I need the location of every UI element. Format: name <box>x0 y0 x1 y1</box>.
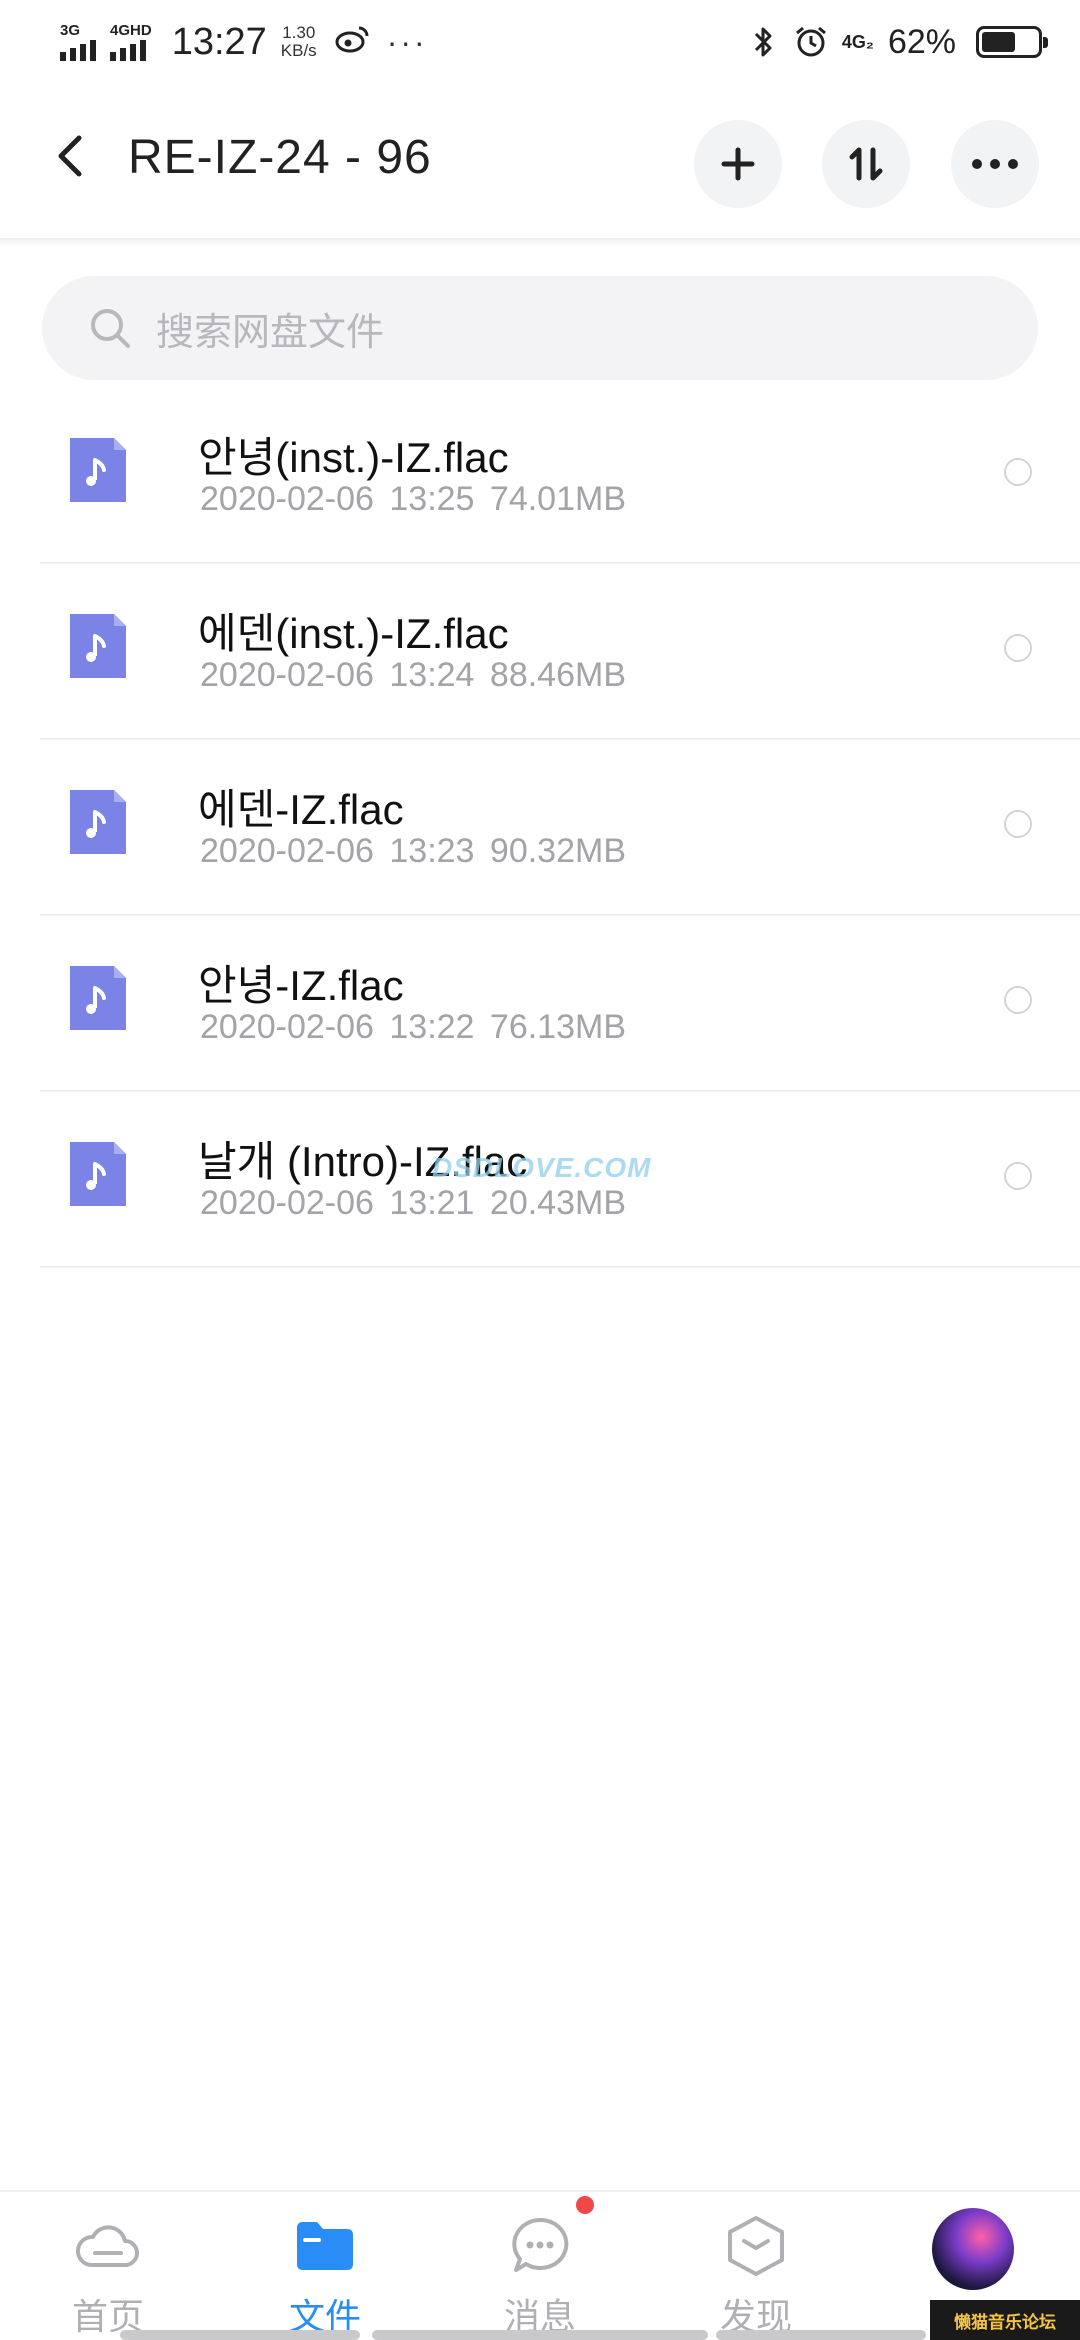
file-meta: 2020-02-06 13:24 88.46MB <box>200 656 626 695</box>
header-divider <box>0 238 1080 248</box>
battery-level-fill <box>982 32 1015 52</box>
sort-arrows-icon <box>849 147 883 181</box>
file-meta: 2020-02-06 13:22 76.13MB <box>200 1008 626 1047</box>
add-button[interactable] <box>694 120 782 208</box>
more-horizontal-icon <box>972 159 1018 169</box>
notification-badge <box>576 2196 594 2214</box>
file-time: 13:23 <box>389 832 475 870</box>
more-notifications-icon: ··· <box>386 23 428 60</box>
status-time: 13:27 <box>171 20 267 63</box>
file-list: 안녕(inst.)-IZ.flac 2020-02-06 13:25 74.01… <box>40 388 1080 1268</box>
network-speed-value: 1.30 <box>282 23 316 42</box>
battery-icon <box>976 26 1048 58</box>
file-date: 2020-02-06 <box>200 480 374 518</box>
file-time: 13:25 <box>389 480 475 518</box>
file-meta: 2020-02-06 13:23 90.32MB <box>200 832 626 871</box>
file-size: 76.13MB <box>489 1008 627 1046</box>
network-type-label: 4G₂ <box>841 32 874 52</box>
network-speed-unit: KB/s <box>280 41 317 60</box>
gesture-bar <box>716 2330 926 2340</box>
signal-bars-icon <box>60 39 96 61</box>
music-file-icon <box>70 790 126 854</box>
cube-icon <box>722 2212 790 2280</box>
file-name: 에덴-IZ.flac <box>198 786 404 833</box>
file-meta: 2020-02-06 13:25 74.01MB <box>200 480 626 519</box>
file-select-radio[interactable] <box>1004 634 1032 662</box>
plus-icon <box>721 147 755 181</box>
signal-sim2-label: 4GHD <box>110 22 152 39</box>
file-select-radio[interactable] <box>1004 986 1032 1014</box>
file-time: 13:22 <box>389 1008 475 1046</box>
music-file-icon <box>70 438 126 502</box>
battery-percent: 62% <box>887 22 956 61</box>
file-size: 74.01MB <box>489 480 627 518</box>
more-options-button[interactable] <box>951 120 1039 208</box>
tab-home[interactable]: 首页 <box>38 2212 178 2340</box>
file-size: 88.46MB <box>489 656 627 694</box>
file-row[interactable]: 에덴(inst.)-IZ.flac 2020-02-06 13:24 88.46… <box>40 564 1080 740</box>
file-size: 90.32MB <box>489 832 627 870</box>
search-icon <box>86 304 134 352</box>
music-file-icon <box>70 614 126 678</box>
alarm-icon <box>794 25 828 59</box>
signal-sim1-label: 3G <box>60 22 81 39</box>
file-name: 에덴(inst.)-IZ.flac <box>198 610 509 657</box>
file-date: 2020-02-06 <box>200 1008 374 1046</box>
file-row[interactable]: 안녕-IZ.flac 2020-02-06 13:22 76.13MB <box>40 916 1080 1092</box>
file-name: 안녕-IZ.flac <box>198 962 404 1009</box>
status-bar: 3G 4GHD 13:27 1.30 KB/s ··· 4G₂ 62% <box>0 0 1080 84</box>
file-meta: 2020-02-06 13:21 20.43MB <box>200 1184 626 1223</box>
network-speed: 1.30 KB/s <box>281 24 317 60</box>
folder-icon <box>291 2212 359 2280</box>
file-date: 2020-02-06 <box>200 832 374 870</box>
watermark: DSDLOVE.COM <box>432 1152 652 1183</box>
file-time: 13:21 <box>389 1184 475 1222</box>
file-select-radio[interactable] <box>1004 810 1032 838</box>
gesture-bar <box>372 2330 708 2340</box>
file-date: 2020-02-06 <box>200 1184 374 1222</box>
tab-files[interactable]: 文件 <box>255 2212 395 2340</box>
signal-sim1: 3G <box>60 23 96 61</box>
file-date: 2020-02-06 <box>200 656 374 694</box>
file-select-radio[interactable] <box>1004 1162 1032 1190</box>
gesture-bar <box>120 2330 360 2340</box>
forum-watermark: 懒猫音乐论坛 <box>930 2300 1080 2340</box>
chevron-left-icon <box>58 135 82 177</box>
tab-discover[interactable]: 发现 <box>686 2212 826 2340</box>
signal-sim2: 4GHD <box>110 23 152 61</box>
search-bar[interactable]: 搜索网盘文件 <box>42 276 1038 380</box>
weibo-icon <box>335 25 369 60</box>
tab-messages[interactable]: 消息 <box>470 2212 610 2340</box>
back-button[interactable] <box>44 126 96 186</box>
top-app-bar: RE-IZ-24 - 96 <box>0 100 1080 230</box>
signal-bars-icon <box>110 39 146 61</box>
file-row[interactable]: 에덴-IZ.flac 2020-02-06 13:23 90.32MB <box>40 740 1080 916</box>
status-bar-right: 4G₂ 62% <box>746 18 1048 66</box>
file-time: 13:24 <box>389 656 475 694</box>
file-row[interactable]: 안녕(inst.)-IZ.flac 2020-02-06 13:25 74.01… <box>40 388 1080 564</box>
bottom-nav: 首页 文件 消息 发现 <box>0 2190 1080 2340</box>
chat-bubble-icon <box>506 2212 574 2280</box>
file-name: 안녕(inst.)-IZ.flac <box>198 434 509 481</box>
file-size: 20.43MB <box>489 1184 627 1222</box>
status-bar-left: 3G 4GHD 13:27 1.30 KB/s ··· <box>60 18 428 66</box>
search-placeholder: 搜索网盘文件 <box>156 311 385 354</box>
music-file-icon <box>70 1142 126 1206</box>
file-select-radio[interactable] <box>1004 458 1032 486</box>
avatar[interactable] <box>932 2208 1014 2290</box>
sort-button[interactable] <box>822 120 910 208</box>
cloud-icon <box>74 2212 142 2280</box>
bluetooth-icon <box>746 25 780 59</box>
page-title: RE-IZ-24 - 96 <box>128 131 432 184</box>
music-file-icon <box>70 966 126 1030</box>
